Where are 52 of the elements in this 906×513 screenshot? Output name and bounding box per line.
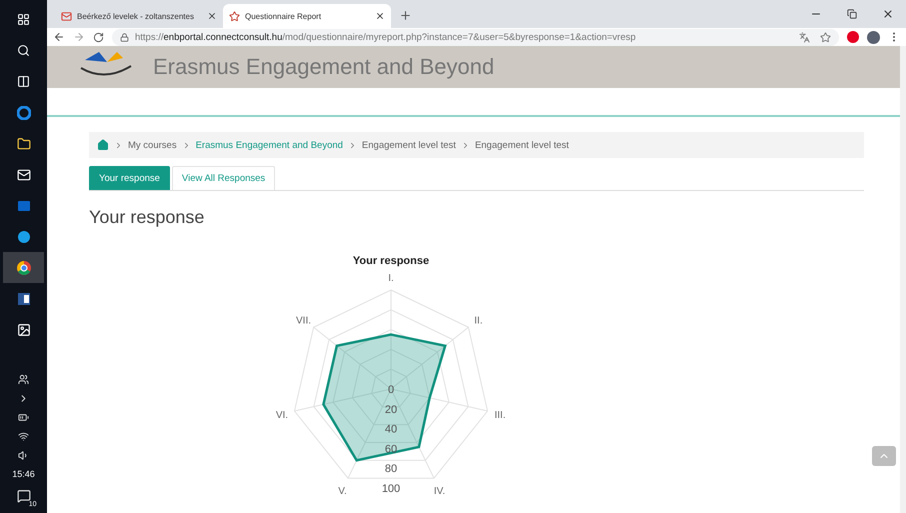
tick-label: 100: [382, 483, 400, 495]
folder-icon: [16, 136, 30, 150]
mail-icon: [61, 10, 72, 22]
search-icon: [17, 44, 30, 57]
tab[interactable]: Your response: [89, 166, 170, 190]
breadcrumb-link[interactable]: Engagement level test: [362, 140, 456, 150]
tick-label: 40: [384, 424, 398, 436]
chart-title: Your response: [352, 255, 430, 267]
wifi-icon[interactable]: [18, 431, 29, 442]
restore-icon: [847, 9, 857, 19]
breadcrumb-link[interactable]: Erasmus Engagement and Beyond: [196, 140, 343, 150]
axis-label: V.: [338, 486, 347, 497]
breadcrumb-link[interactable]: Engagement level test: [474, 140, 569, 150]
photos-icon: [16, 322, 30, 336]
axis-label: III.: [494, 410, 506, 421]
axis-label: II.: [474, 315, 483, 326]
clock[interactable]: 15:46: [12, 469, 35, 479]
battery-icon[interactable]: [18, 412, 29, 423]
tick-label: 80: [384, 463, 398, 476]
axis-label: I.: [388, 273, 394, 284]
star-icon: [229, 10, 240, 22]
breadcrumb-link[interactable]: My courses: [128, 140, 177, 150]
tab[interactable]: View All Responses: [172, 166, 276, 190]
reload-button[interactable]: [93, 32, 104, 42]
tick-label: 20: [384, 404, 398, 416]
windows-icon: [17, 13, 30, 26]
axis-label: VII.: [296, 315, 312, 326]
close-icon[interactable]: [207, 11, 217, 21]
people-icon[interactable]: [18, 374, 29, 385]
volume-icon[interactable]: [18, 450, 29, 461]
browser-tab[interactable]: Questionnaire Report: [223, 4, 391, 28]
page-heading: Your response: [89, 207, 206, 228]
task-view-icon: [17, 75, 30, 88]
home-icon[interactable]: [97, 139, 109, 151]
new-tab-button[interactable]: [399, 9, 412, 22]
back-button[interactable]: [53, 31, 65, 43]
mail-icon: [16, 168, 30, 182]
separator-icon: [114, 140, 123, 150]
pinterest-icon[interactable]: [847, 31, 859, 43]
document-app-icon: [16, 292, 30, 306]
taskbar-app[interactable]: [3, 252, 44, 283]
address-bar[interactable]: https://enbportal.connectconsult.hu/mod/questionnaire/myreport.php?instance=7&user=5&byresponse=1&action=vresp: [112, 28, 839, 46]
close-icon[interactable]: [375, 11, 385, 21]
profile-avatar[interactable]: [867, 30, 880, 44]
browser-logo-icon: [16, 106, 30, 120]
browser-tab[interactable]: Beérkező levelek - zoltanszentes: [55, 4, 223, 28]
site-title: Erasmus Engagement and Beyond: [153, 54, 494, 80]
axis-label: IV.: [434, 486, 446, 497]
close-icon: [882, 8, 894, 20]
tick-label: 0: [388, 384, 394, 396]
axis-label: VI.: [276, 410, 288, 421]
chrome-icon: [16, 260, 32, 276]
